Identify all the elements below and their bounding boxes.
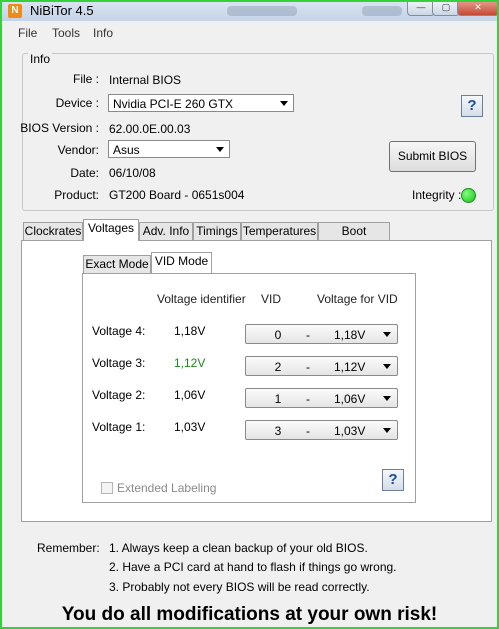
vid-voltage: 1,12V bbox=[334, 360, 366, 374]
submit-bios-button[interactable]: Submit BIOS bbox=[389, 141, 476, 172]
vendor-label: Vendor: bbox=[57, 143, 99, 157]
risk-warning: You do all modifications at your own ris… bbox=[61, 604, 438, 625]
vid-voltage: 1,18V bbox=[334, 328, 366, 342]
title-bar: N NiBiTor 4.5 — ▢ ✕ bbox=[2, 2, 497, 21]
date-label: Date: bbox=[70, 166, 99, 180]
remember-line: 2. Have a PCI card at hand to flash if t… bbox=[109, 560, 397, 574]
header-voltage-identifier: Voltage identifier bbox=[157, 292, 246, 306]
blurred-background-title bbox=[227, 6, 297, 16]
vid-voltage: 1,03V bbox=[334, 424, 366, 438]
voltage-row-label: Voltage 1: bbox=[92, 420, 146, 434]
tab-clockrates[interactable]: Clockrates bbox=[23, 222, 83, 240]
product-value: GT200 Board - 0651s004 bbox=[109, 188, 245, 202]
remember-line: 1. Always keep a clean backup of your ol… bbox=[109, 541, 368, 555]
vendor-select[interactable]: Asus bbox=[108, 140, 230, 158]
minimize-button[interactable]: — bbox=[407, 2, 435, 16]
chevron-down-icon bbox=[383, 332, 391, 337]
subtab-vid-mode[interactable]: VID Mode bbox=[151, 252, 212, 273]
vid-select[interactable]: 3 - 1,03V bbox=[245, 420, 398, 440]
vid-separator: - bbox=[306, 328, 310, 342]
blurred-background-title bbox=[362, 6, 402, 16]
tab-temperatures[interactable]: Temperatures bbox=[241, 222, 318, 240]
integrity-label: Integrity : bbox=[412, 188, 462, 202]
header-vid: VID bbox=[261, 292, 282, 306]
subtab-exact-mode[interactable]: Exact Mode bbox=[83, 255, 151, 273]
tab-voltages[interactable]: Voltages bbox=[83, 219, 139, 241]
vid-separator: - bbox=[306, 360, 310, 374]
voltage-row-value: 1,03V bbox=[174, 420, 206, 434]
remember-line: 3. Probably not every BIOS will be read … bbox=[109, 580, 370, 594]
menu-tools[interactable]: Tools bbox=[52, 26, 80, 40]
app-window: N NiBiTor 4.5 — ▢ ✕ File Tools Info Info… bbox=[0, 0, 499, 629]
file-label: File : bbox=[72, 72, 99, 86]
vid-separator: - bbox=[306, 424, 310, 438]
vid-voltage: 1,06V bbox=[334, 392, 366, 406]
vid-select[interactable]: 0 - 1,18V bbox=[245, 324, 398, 344]
app-icon: N bbox=[8, 4, 22, 18]
device-label: Device : bbox=[55, 96, 99, 110]
menu-info[interactable]: Info bbox=[93, 26, 113, 40]
info-group-legend: Info bbox=[28, 52, 53, 66]
window-title: NiBiTor 4.5 bbox=[30, 3, 94, 18]
voltage-row-value: 1,18V bbox=[174, 324, 206, 338]
date-value: 06/10/08 bbox=[109, 166, 156, 180]
file-value: Internal BIOS bbox=[109, 73, 182, 87]
vid-number: 3 bbox=[274, 424, 282, 438]
maximize-button[interactable]: ▢ bbox=[432, 2, 460, 16]
vendor-select-value: Asus bbox=[113, 143, 140, 157]
tab-boot-settings[interactable]: Boot Settings bbox=[318, 222, 390, 255]
chevron-down-icon bbox=[216, 147, 224, 152]
integrity-status-icon bbox=[461, 188, 476, 203]
menu-file[interactable]: File bbox=[18, 26, 37, 40]
vid-number: 2 bbox=[274, 360, 282, 374]
tab-timings[interactable]: Timings bbox=[193, 222, 241, 240]
vid-number: 1 bbox=[274, 392, 282, 406]
remember-label: Remember: bbox=[37, 541, 100, 555]
voltage-row-value-highlighted: 1,12V bbox=[174, 356, 206, 370]
chevron-down-icon bbox=[383, 428, 391, 433]
vid-separator: - bbox=[306, 392, 310, 406]
extended-labeling-label: Extended Labeling bbox=[117, 481, 217, 495]
header-voltage-for-vid: Voltage for VID bbox=[317, 292, 398, 306]
vid-number: 0 bbox=[274, 328, 282, 342]
bios-version-label: BIOS Version : bbox=[20, 121, 99, 135]
help-icon[interactable]: ? bbox=[461, 95, 483, 117]
chevron-down-icon bbox=[280, 101, 288, 106]
voltage-row-label: Voltage 3: bbox=[92, 356, 146, 370]
chevron-down-icon bbox=[383, 396, 391, 401]
voltage-row-label: Voltage 2: bbox=[92, 388, 146, 402]
tab-adv-info[interactable]: Adv. Info bbox=[139, 222, 193, 240]
vid-select[interactable]: 2 - 1,12V bbox=[245, 356, 398, 376]
bios-version-value: 62.00.0E.00.03 bbox=[109, 122, 191, 136]
product-label: Product: bbox=[54, 188, 99, 202]
menu-bar: File Tools Info bbox=[2, 23, 497, 43]
device-select-value: Nvidia PCI-E 260 GTX bbox=[113, 97, 234, 111]
chevron-down-icon bbox=[383, 364, 391, 369]
help-icon[interactable]: ? bbox=[382, 469, 404, 491]
voltage-row-value: 1,06V bbox=[174, 388, 206, 402]
device-select[interactable]: Nvidia PCI-E 260 GTX bbox=[108, 94, 294, 112]
voltage-row-label: Voltage 4: bbox=[92, 324, 146, 338]
vid-select[interactable]: 1 - 1,06V bbox=[245, 388, 398, 408]
extended-labeling-checkbox[interactable] bbox=[101, 482, 113, 494]
close-button[interactable]: ✕ bbox=[457, 2, 497, 16]
